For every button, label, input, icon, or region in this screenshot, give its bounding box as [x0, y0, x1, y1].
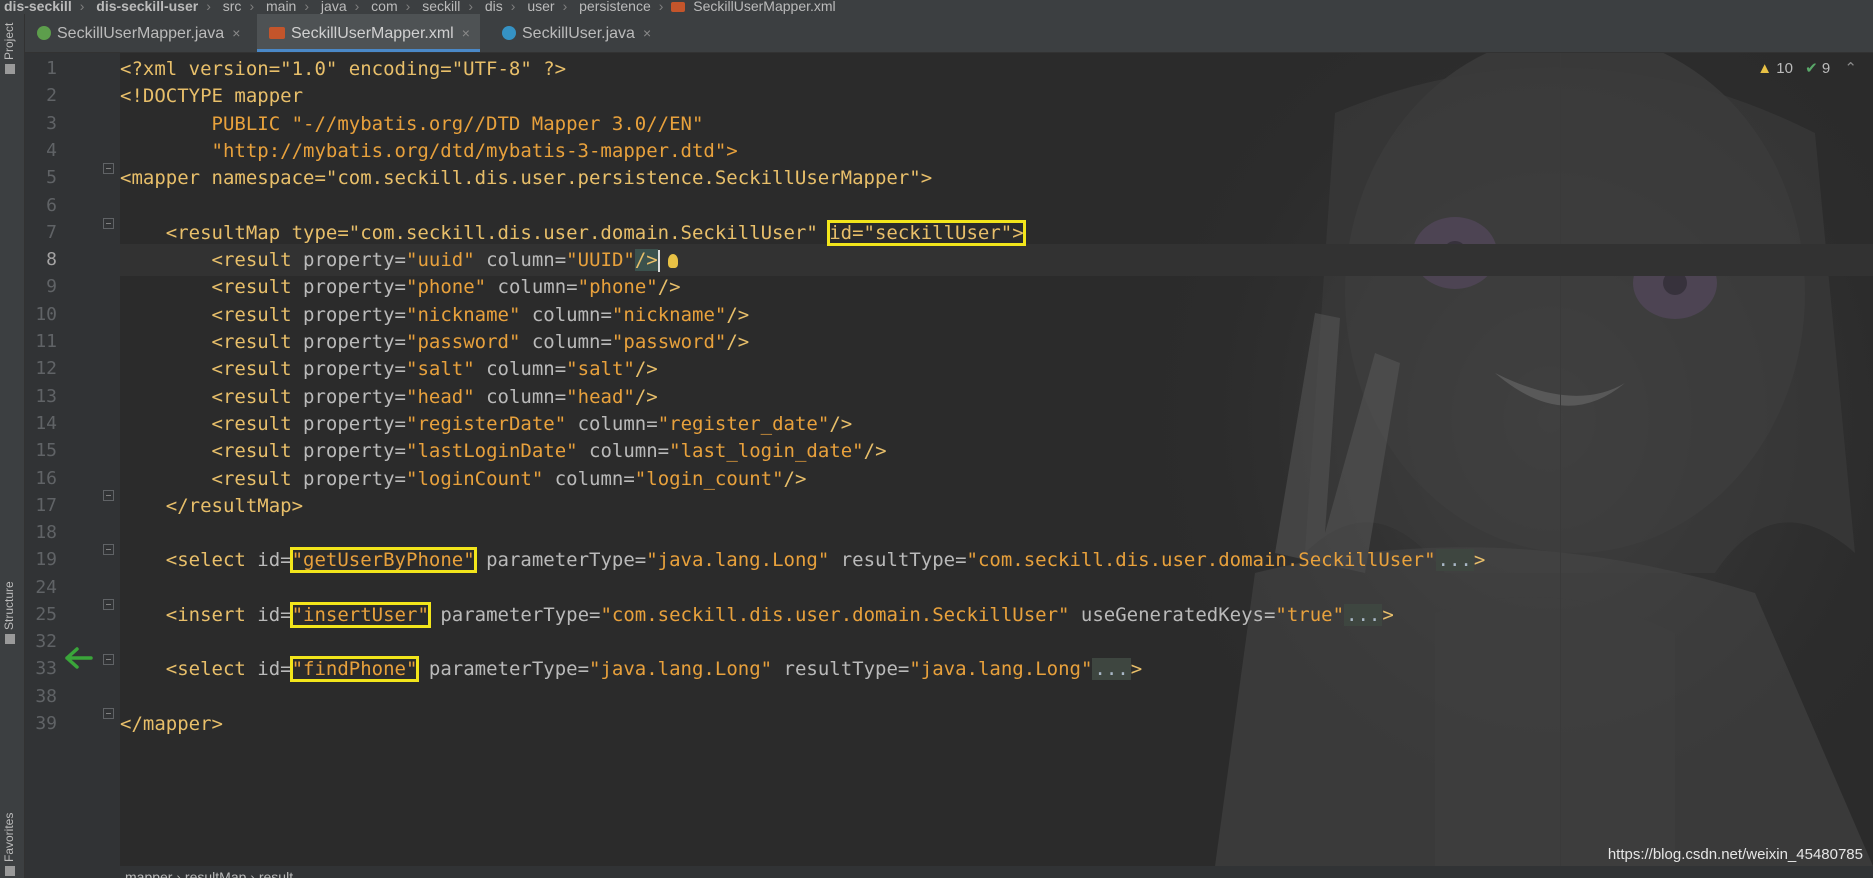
inspection-widget[interactable]: ▲ 10 ✔ 9 ⌃: [1757, 59, 1857, 77]
breadcrumb-item[interactable]: dis-seckill-user: [92, 0, 202, 13]
breadcrumb-item[interactable]: dis-seckill: [0, 0, 76, 13]
chevron-right-icon: ›: [658, 0, 664, 14]
line-number: 39: [35, 713, 57, 734]
chevron-right-icon: ›: [354, 0, 360, 14]
breadcrumb-item[interactable]: src: [219, 0, 246, 13]
chevron-right-icon: ›: [249, 0, 255, 14]
breadcrumb-item[interactable]: java: [317, 0, 351, 13]
chevron-right-icon: ›: [468, 0, 473, 14]
structure-icon: [4, 634, 15, 644]
structure-breadcrumb: mapper › resultMap › result: [25, 866, 1873, 878]
folded-code-ellipsis[interactable]: ...: [1092, 658, 1131, 680]
highlight-box: "insertUser": [289, 602, 431, 628]
code-line: </mapper>: [120, 713, 223, 735]
check-icon: ✔: [1805, 60, 1818, 77]
folded-code-ellipsis[interactable]: ...: [1435, 549, 1474, 571]
breadcrumb-item[interactable]: seckill: [418, 0, 464, 13]
line-gutter: 1 2 3 4 5 6 7 8 9 10 11 12 13 14 15 16 1…: [25, 53, 120, 866]
structure-tool-button[interactable]: Structure: [2, 581, 16, 644]
highlight-box: "getUserByPhone": [289, 547, 477, 573]
code-editor[interactable]: 1 2 3 4 5 6 7 8 9 10 11 12 13 14 15 16 1…: [25, 53, 1873, 866]
class-icon: [502, 25, 516, 40]
code-line: <insert id="insertUser" parameterType="c…: [120, 602, 1394, 628]
chevron-right-icon: ›: [176, 869, 185, 878]
code-line: <select id="findPhone" parameterType="ja…: [120, 656, 1143, 682]
folder-icon: [4, 64, 15, 74]
breadcrumb-item[interactable]: main: [262, 0, 300, 13]
text-caret: [657, 249, 660, 272]
favorites-tool-button[interactable]: Favorites: [2, 813, 16, 876]
background-illustration: [1155, 53, 1873, 866]
close-icon[interactable]: ×: [462, 14, 470, 52]
folded-code-ellipsis[interactable]: ...: [1344, 604, 1383, 626]
chevron-right-icon: ›: [304, 0, 310, 14]
highlight-box: id="seckillUser">: [827, 220, 1026, 246]
breadcrumb-item[interactable]: mapper: [125, 869, 172, 878]
breadcrumb-item[interactable]: persistence: [575, 0, 655, 13]
close-icon[interactable]: ×: [232, 14, 240, 52]
code-line: <mapper namespace="com.seckill.dis.user.…: [120, 167, 933, 189]
expand-marker-icon[interactable]: [103, 654, 114, 665]
highlight-box: "findPhone": [289, 656, 420, 682]
watermark-text: https://blog.csdn.net/weixin_45480785: [1607, 846, 1863, 863]
fold-marker-icon[interactable]: [103, 708, 114, 719]
lightbulb-icon[interactable]: [667, 253, 678, 268]
chevron-right-icon: ›: [206, 0, 211, 14]
chevron-up-icon[interactable]: ⌃: [1844, 60, 1857, 77]
editor-tabs: SeckillUserMapper.java × SeckillUserMappe…: [25, 14, 1873, 53]
fold-marker-icon[interactable]: [103, 218, 114, 229]
code-line: <select id="getUserByPhone" parameterTyp…: [120, 547, 1486, 573]
breadcrumb-item[interactable]: com: [367, 0, 401, 13]
navigate-to-interface-arrow-icon[interactable]: [63, 646, 95, 670]
chevron-right-icon: ›: [79, 0, 85, 14]
fold-marker-icon[interactable]: [103, 490, 114, 501]
chevron-right-icon: ›: [405, 0, 411, 14]
navigation-breadcrumb: dis-seckill › dis-seckill-user › src › main…: [0, 0, 1873, 14]
chevron-right-icon: ›: [510, 0, 516, 14]
star-icon: [4, 866, 15, 876]
project-tool-button[interactable]: Project: [2, 23, 16, 74]
xml-file-icon: [671, 2, 686, 13]
chevron-right-icon: ›: [562, 0, 568, 14]
close-icon[interactable]: ×: [643, 14, 651, 52]
tab-seckillusermapper-xml[interactable]: SeckillUserMapper.xml ×: [257, 14, 480, 52]
tool-window-stripe: Project Structure Favorites: [0, 14, 25, 878]
right-margin-guide: [1560, 53, 1561, 866]
expand-marker-icon[interactable]: [103, 599, 114, 610]
breadcrumb-item[interactable]: dis: [481, 0, 507, 13]
warning-icon: ▲: [1757, 60, 1773, 77]
fold-marker-icon[interactable]: [103, 163, 114, 174]
chevron-right-icon: ›: [250, 869, 259, 878]
tab-seckilluser-java[interactable]: SeckillUser.java ×: [490, 14, 661, 52]
breadcrumb-item[interactable]: result: [259, 869, 293, 878]
xml-file-icon: [269, 26, 285, 39]
expand-marker-icon[interactable]: [103, 544, 114, 555]
interface-icon: [37, 25, 51, 40]
code-line: </resultMap>: [120, 495, 304, 517]
breadcrumb-item[interactable]: SeckillUserMapper.xml: [689, 0, 839, 13]
tab-seckillusermapper-java[interactable]: SeckillUserMapper.java ×: [25, 14, 250, 52]
breadcrumb-item[interactable]: resultMap: [185, 869, 246, 878]
breadcrumb-item[interactable]: user: [523, 0, 558, 13]
